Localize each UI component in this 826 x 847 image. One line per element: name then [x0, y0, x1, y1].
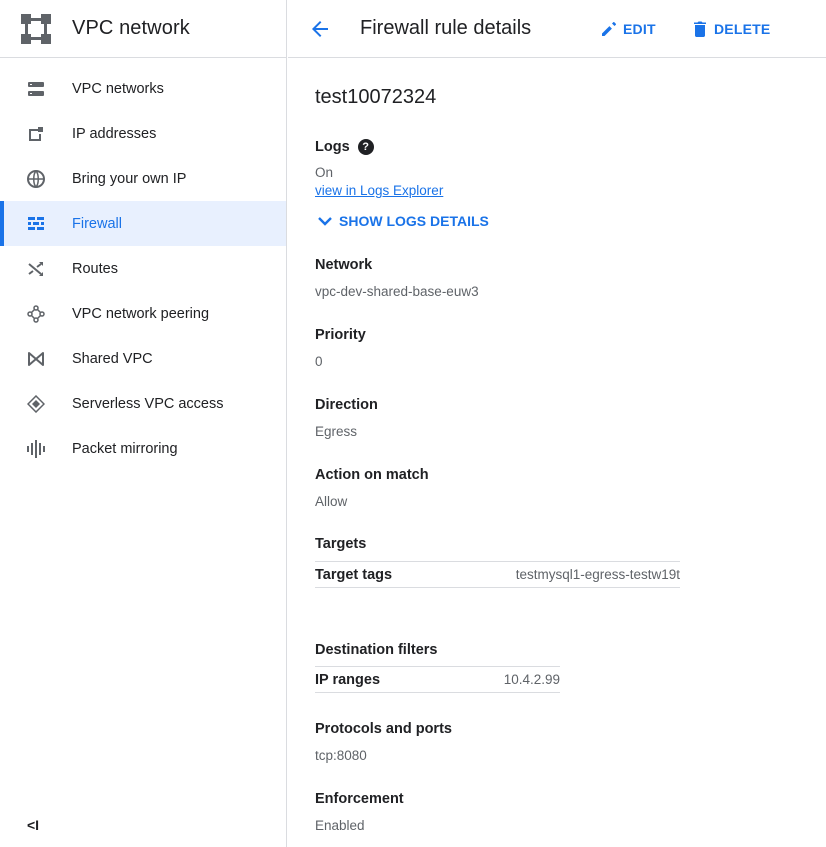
direction-value: Egress: [315, 424, 358, 439]
target-tags-value: testmysql1-egress-testw19t: [515, 567, 680, 582]
target-tags-row: Target tags testmysql1-egress-testw19t: [315, 561, 680, 588]
sidebar-item-serverless-vpc-access[interactable]: Serverless VPC access: [0, 381, 286, 426]
sidebar-title: VPC network: [72, 17, 190, 39]
packet-mirroring-icon: [25, 438, 47, 460]
page-title: Firewall rule details: [360, 17, 532, 39]
sidebar-item-bring-your-own-ip[interactable]: Bring your own IP: [0, 156, 286, 201]
network-value: vpc-dev-shared-base-euw3: [315, 284, 479, 299]
targets-label: Targets: [315, 536, 367, 552]
priority-label: Priority: [315, 327, 366, 343]
serverless-icon: [25, 393, 47, 415]
pencil-icon: [601, 20, 619, 38]
rule-name: test10072324: [315, 86, 437, 108]
enforcement-label: Enforcement: [315, 791, 404, 807]
sidebar-item-label: Packet mirroring: [72, 440, 178, 457]
trash-icon: [692, 20, 710, 38]
action-on-match-value: Allow: [315, 494, 348, 509]
edit-button[interactable]: EDIT: [601, 20, 656, 38]
protocols-ports-value: tcp:8080: [315, 748, 367, 763]
globe-icon: [25, 168, 47, 190]
direction-label: Direction: [315, 397, 378, 413]
sidebar-item-ip-addresses[interactable]: IP addresses: [0, 111, 286, 156]
sidebar-item-vpc-networks[interactable]: VPC networks: [0, 66, 286, 111]
sidebar-nav: VPC networks IP addresses Bring your own…: [0, 66, 286, 471]
action-on-match-label: Action on match: [315, 467, 429, 483]
sidebar-item-label: VPC networks: [72, 80, 164, 97]
show-logs-details-label: SHOW LOGS DETAILS: [339, 213, 489, 229]
priority-value: 0: [315, 354, 323, 369]
page-header: Firewall rule details EDIT DELETE: [288, 0, 826, 58]
sidebar-item-shared-vpc[interactable]: Shared VPC: [0, 336, 286, 381]
sidebar-item-packet-mirroring[interactable]: Packet mirroring: [0, 426, 286, 471]
network-label: Network: [315, 257, 373, 273]
sidebar-item-firewall[interactable]: Firewall: [0, 201, 286, 246]
sidebar-item-label: Firewall: [72, 215, 122, 232]
sidebar-item-label: Serverless VPC access: [72, 395, 224, 412]
help-icon[interactable]: ?: [357, 139, 374, 155]
routes-icon: [25, 258, 47, 280]
sidebar-item-routes[interactable]: Routes: [0, 246, 286, 291]
ip-ranges-value: 10.4.2.99: [503, 672, 560, 687]
target-tags-key: Target tags: [315, 566, 393, 583]
show-logs-details-button[interactable]: SHOW LOGS DETAILS: [315, 211, 489, 231]
logs-section: Logs?: [315, 138, 374, 156]
vpc-network-logo-icon: [19, 12, 53, 46]
sidebar-item-label: Bring your own IP: [72, 170, 187, 187]
delete-label: DELETE: [714, 20, 771, 37]
firewall-icon: [25, 213, 47, 235]
chevron-down-icon: [315, 211, 335, 231]
sidebar-item-label: Shared VPC: [72, 350, 153, 367]
back-arrow-icon[interactable]: [308, 17, 332, 41]
protocols-ports-label: Protocols and ports: [315, 721, 452, 737]
sidebar-item-vpc-network-peering[interactable]: VPC network peering: [0, 291, 286, 336]
logs-label: Logs: [315, 139, 350, 155]
ip-ranges-row: IP ranges 10.4.2.99: [315, 666, 560, 693]
sidebar-header: VPC network: [0, 0, 286, 58]
sidebar: VPC network VPC networks IP addresses Br…: [0, 0, 287, 847]
sidebar-item-label: VPC network peering: [72, 305, 210, 322]
logs-explorer-link[interactable]: view in Logs Explorer: [315, 183, 443, 198]
ip-ranges-key: IP ranges: [315, 671, 381, 688]
edit-label: EDIT: [623, 20, 656, 37]
sidebar-item-label: Routes: [72, 260, 118, 277]
sidebar-item-label: IP addresses: [72, 125, 157, 142]
destination-filters-label: Destination filters: [315, 642, 438, 658]
collapse-sidebar-button[interactable]: <I: [27, 817, 39, 833]
ip-addresses-icon: [25, 123, 47, 145]
enforcement-value: Enabled: [315, 818, 365, 833]
logs-value: On: [315, 165, 334, 180]
vpc-networks-icon: [25, 78, 47, 100]
peering-icon: [25, 303, 47, 325]
shared-vpc-icon: [25, 348, 47, 370]
delete-button[interactable]: DELETE: [692, 20, 770, 38]
